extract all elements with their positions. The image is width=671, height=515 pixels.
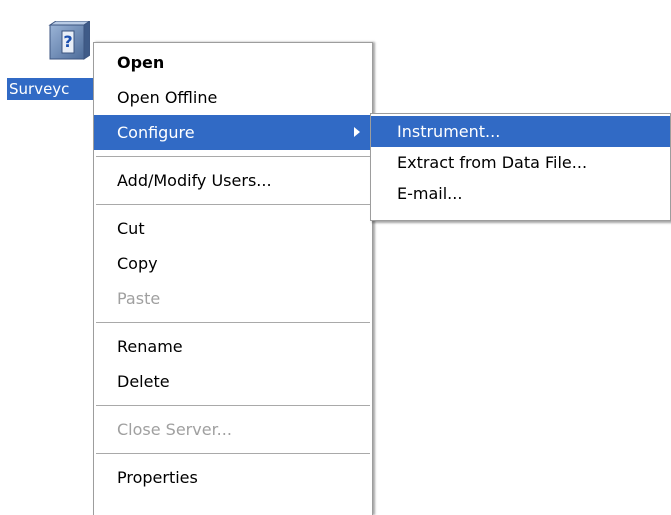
menu-item-label: Configure — [117, 123, 195, 142]
menu-separator — [96, 405, 370, 406]
menu-item-label: E-mail... — [397, 184, 463, 203]
question-mark-glyph: ? — [63, 32, 72, 51]
menu-separator — [96, 156, 370, 157]
menu-item-add-modify-users[interactable]: Add/Modify Users... — [94, 163, 372, 198]
submenu-item-email[interactable]: E-mail... — [371, 178, 670, 209]
submenu-arrow-icon — [352, 115, 362, 150]
menu-item-properties[interactable]: Properties — [94, 460, 372, 495]
submenu-item-instrument[interactable]: Instrument... — [371, 116, 670, 147]
menu-separator — [96, 204, 370, 205]
menu-item-label: Copy — [117, 254, 158, 273]
menu-item-label: Extract from Data File... — [397, 153, 588, 172]
menu-item-copy[interactable]: Copy — [94, 246, 372, 281]
menu-item-label: Rename — [117, 337, 183, 356]
menu-item-cut[interactable]: Cut — [94, 211, 372, 246]
menu-item-close-server: Close Server... — [94, 412, 372, 447]
submenu-item-extract-from-data-file[interactable]: Extract from Data File... — [371, 147, 670, 178]
configure-submenu: Instrument... Extract from Data File... … — [370, 113, 671, 221]
server-icon: ? — [48, 21, 90, 60]
menu-item-label: Add/Modify Users... — [117, 171, 272, 190]
menu-item-label: Open Offline — [117, 88, 218, 107]
menu-separator — [96, 322, 370, 323]
menu-item-label: Properties — [117, 468, 198, 487]
menu-item-open[interactable]: Open — [94, 45, 372, 80]
menu-item-label: Instrument... — [397, 122, 501, 141]
menu-item-delete[interactable]: Delete — [94, 364, 372, 399]
icon-caption[interactable]: Surveyc — [7, 78, 93, 100]
menu-item-paste: Paste — [94, 281, 372, 316]
menu-item-label: Open — [117, 53, 165, 72]
menu-item-label: Close Server... — [117, 420, 232, 439]
menu-separator — [96, 453, 370, 454]
menu-item-open-offline[interactable]: Open Offline — [94, 80, 372, 115]
menu-item-label: Paste — [117, 289, 161, 308]
context-menu: Open Open Offline Configure Add/Modify U… — [93, 42, 373, 515]
menu-item-rename[interactable]: Rename — [94, 329, 372, 364]
menu-item-configure[interactable]: Configure — [94, 115, 372, 150]
menu-item-label: Delete — [117, 372, 170, 391]
menu-item-label: Cut — [117, 219, 145, 238]
surveycraft-server-icon[interactable]: ? Surveyc — [0, 15, 93, 125]
